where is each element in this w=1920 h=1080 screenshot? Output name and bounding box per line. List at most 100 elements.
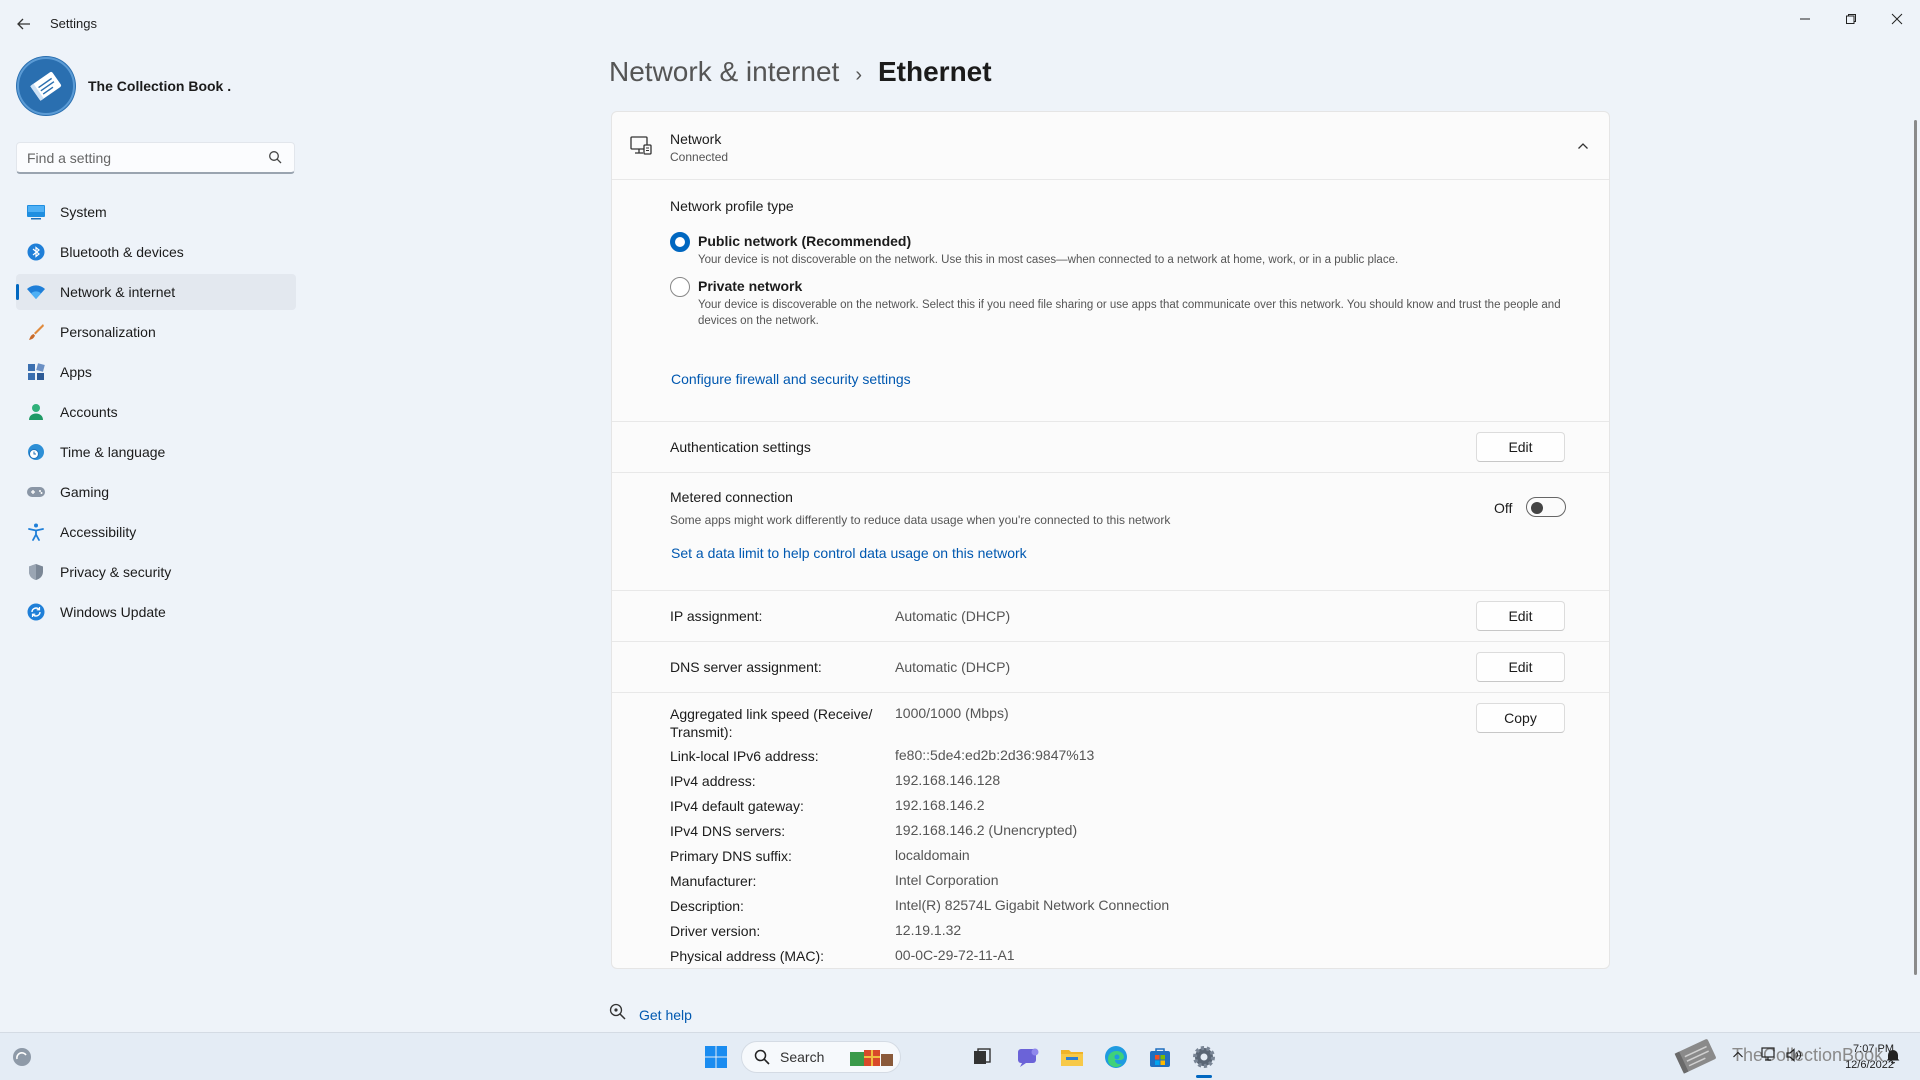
public-network-radio[interactable] (670, 232, 690, 252)
chat-icon[interactable] (1014, 1043, 1042, 1071)
search-input[interactable] (27, 149, 268, 166)
network-tray-icon[interactable] (1760, 1045, 1780, 1065)
restore-icon[interactable] (1828, 4, 1874, 34)
copy-button[interactable]: Copy (1476, 703, 1565, 733)
app-title: Settings (50, 16, 97, 31)
shield-icon (26, 562, 46, 582)
metered-label: Metered connection (670, 489, 793, 505)
taskbar-search-label: Search (780, 1049, 825, 1065)
private-network-option[interactable]: Private network Your device is discovera… (670, 277, 1578, 329)
wifi-icon (26, 282, 46, 302)
sidebar-item-label: Gaming (60, 484, 110, 500)
property-value: 00-0C-29-72-11-A1 (895, 947, 1015, 963)
brush-icon (26, 322, 46, 342)
breadcrumb-parent[interactable]: Network & internet (609, 56, 839, 88)
property-label: IPv4 address: (670, 773, 756, 789)
sidebar-item-time-language[interactable]: Time & language (16, 434, 296, 470)
help-icon (609, 1003, 627, 1026)
property-value: localdomain (895, 847, 970, 863)
property-value: 12.19.1.32 (895, 922, 962, 938)
metered-section: Metered connection Some apps might work … (612, 473, 1609, 591)
file-explorer-icon[interactable] (1058, 1043, 1086, 1071)
clock-time[interactable]: 7:07 PM (1812, 1043, 1894, 1055)
public-network-option[interactable]: Public network (Recommended) Your device… (670, 232, 1578, 268)
toggle-knob (1531, 502, 1543, 514)
firewall-settings-link[interactable]: Configure firewall and security settings (671, 371, 911, 387)
taskbar-search[interactable]: Search (741, 1041, 901, 1073)
sidebar-item-windows-update[interactable]: Windows Update (16, 594, 296, 630)
dns-edit-button[interactable]: Edit (1476, 652, 1565, 682)
private-network-radio[interactable] (670, 277, 690, 297)
dns-assignment-value: Automatic (DHCP) (895, 659, 1011, 675)
get-help[interactable]: Get help (609, 1003, 692, 1026)
property-value: fe80::5de4:ed2b:2d36:9847%13 (895, 747, 1095, 763)
notification-bell-icon[interactable] (1884, 1047, 1902, 1065)
apps-icon (26, 362, 46, 382)
network-header[interactable]: Network Connected (612, 112, 1609, 180)
task-view-icon[interactable] (968, 1043, 996, 1071)
sidebar-item-label: Accessibility (60, 524, 137, 540)
user-profile[interactable]: The Collection Book . (16, 56, 231, 116)
property-value: 1000/1000 (Mbps) (895, 705, 1009, 721)
sidebar-nav: System Bluetooth & devices Network & int… (16, 194, 296, 634)
ip-edit-button[interactable]: Edit (1476, 601, 1565, 631)
data-limit-link[interactable]: Set a data limit to help control data us… (671, 545, 1027, 561)
clock-date[interactable]: 12/6/2022 (1812, 1059, 1894, 1071)
sidebar-item-gaming[interactable]: Gaming (16, 474, 296, 510)
sidebar-item-network[interactable]: Network & internet (16, 274, 296, 310)
ip-assignment-section: IP assignment: Automatic (DHCP) Edit (612, 591, 1609, 642)
sidebar-item-label: Privacy & security (60, 564, 172, 580)
dns-assignment-label: DNS server assignment: (670, 659, 822, 675)
sidebar-item-privacy-security[interactable]: Privacy & security (16, 554, 296, 590)
search-highlight-icon (850, 1050, 894, 1066)
public-network-desc: Your device is not discoverable on the n… (698, 254, 1399, 266)
get-help-link[interactable]: Get help (639, 1007, 692, 1023)
sidebar-item-bluetooth[interactable]: Bluetooth & devices (16, 234, 296, 270)
update-icon (26, 602, 46, 622)
volume-icon[interactable] (1784, 1045, 1804, 1065)
network-title: Network (670, 131, 722, 147)
scrollbar[interactable] (1914, 120, 1917, 975)
chevron-up-icon[interactable] (1728, 1045, 1748, 1065)
property-label: Manufacturer: (670, 873, 757, 889)
sidebar-item-personalization[interactable]: Personalization (16, 314, 296, 350)
clock-globe-icon (26, 442, 46, 462)
sidebar-item-apps[interactable]: Apps (16, 354, 296, 390)
settings-search-box[interactable] (16, 142, 295, 174)
property-label: IPv4 default gateway: (670, 798, 804, 814)
property-label: Physical address (MAC): (670, 948, 825, 964)
metered-toggle-state: Off (1494, 500, 1513, 516)
settings-gear-icon[interactable] (1190, 1043, 1218, 1071)
chevron-up-icon[interactable] (1571, 134, 1595, 158)
minimize-icon[interactable] (1782, 4, 1828, 34)
search-icon[interactable] (268, 150, 284, 166)
metered-toggle[interactable] (1526, 497, 1566, 517)
sidebar-item-label: Personalization (60, 324, 156, 340)
page-title: Ethernet (878, 56, 992, 87)
property-label: Description: (670, 898, 744, 914)
back-arrow-icon[interactable] (12, 12, 36, 36)
authentication-section: Authentication settings Edit (612, 422, 1609, 473)
ethernet-icon (629, 134, 653, 158)
sidebar-item-accessibility[interactable]: Accessibility (16, 514, 296, 550)
authentication-label: Authentication settings (670, 439, 811, 455)
system-icon (26, 202, 46, 222)
start-icon[interactable] (702, 1043, 730, 1071)
sidebar-item-system[interactable]: System (16, 194, 296, 230)
private-network-desc: Your device is discoverable on the netwo… (698, 299, 1561, 327)
property-value: Intel Corporation (895, 872, 999, 888)
close-icon[interactable] (1874, 4, 1920, 34)
property-value: 192.168.146.2 (895, 797, 985, 813)
breadcrumb-separator: › (855, 64, 862, 86)
authentication-edit-button[interactable]: Edit (1476, 432, 1565, 462)
network-properties: Copy Aggregated link speed (Receive/ Tra… (612, 693, 1609, 968)
sidebar-item-accounts[interactable]: Accounts (16, 394, 296, 430)
edge-browser-icon[interactable] (1102, 1043, 1130, 1071)
book-watermark-icon (1668, 1035, 1724, 1079)
sidebar-item-label: Bluetooth & devices (60, 244, 184, 260)
widgets-icon[interactable] (8, 1043, 36, 1071)
property-label: Driver version: (670, 923, 761, 939)
network-profile-section: Network profile type Public network (Rec… (612, 180, 1609, 422)
sidebar-item-label: Time & language (60, 444, 166, 460)
store-icon[interactable] (1146, 1043, 1174, 1071)
